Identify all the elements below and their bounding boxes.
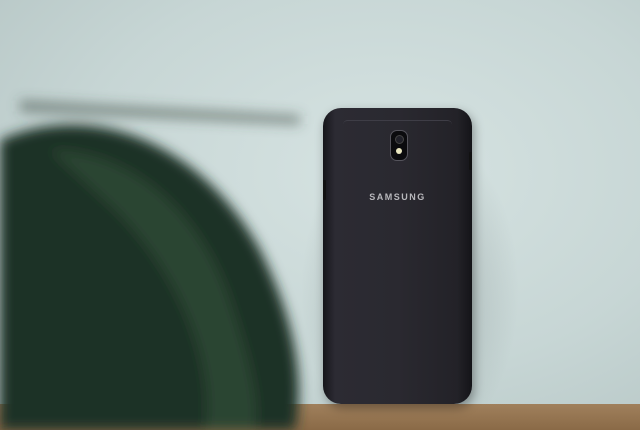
leaf-stem bbox=[20, 100, 300, 125]
brand-logo: SAMSUNG bbox=[369, 192, 426, 202]
camera-module bbox=[390, 130, 408, 161]
leaf-main bbox=[0, 124, 299, 430]
smartphone: SAMSUNG bbox=[323, 108, 472, 404]
camera-lens-icon bbox=[395, 135, 404, 144]
antenna-band bbox=[343, 120, 452, 129]
blurred-plant-leaf bbox=[0, 100, 300, 430]
flash-icon bbox=[396, 148, 402, 154]
power-button bbox=[469, 152, 472, 170]
